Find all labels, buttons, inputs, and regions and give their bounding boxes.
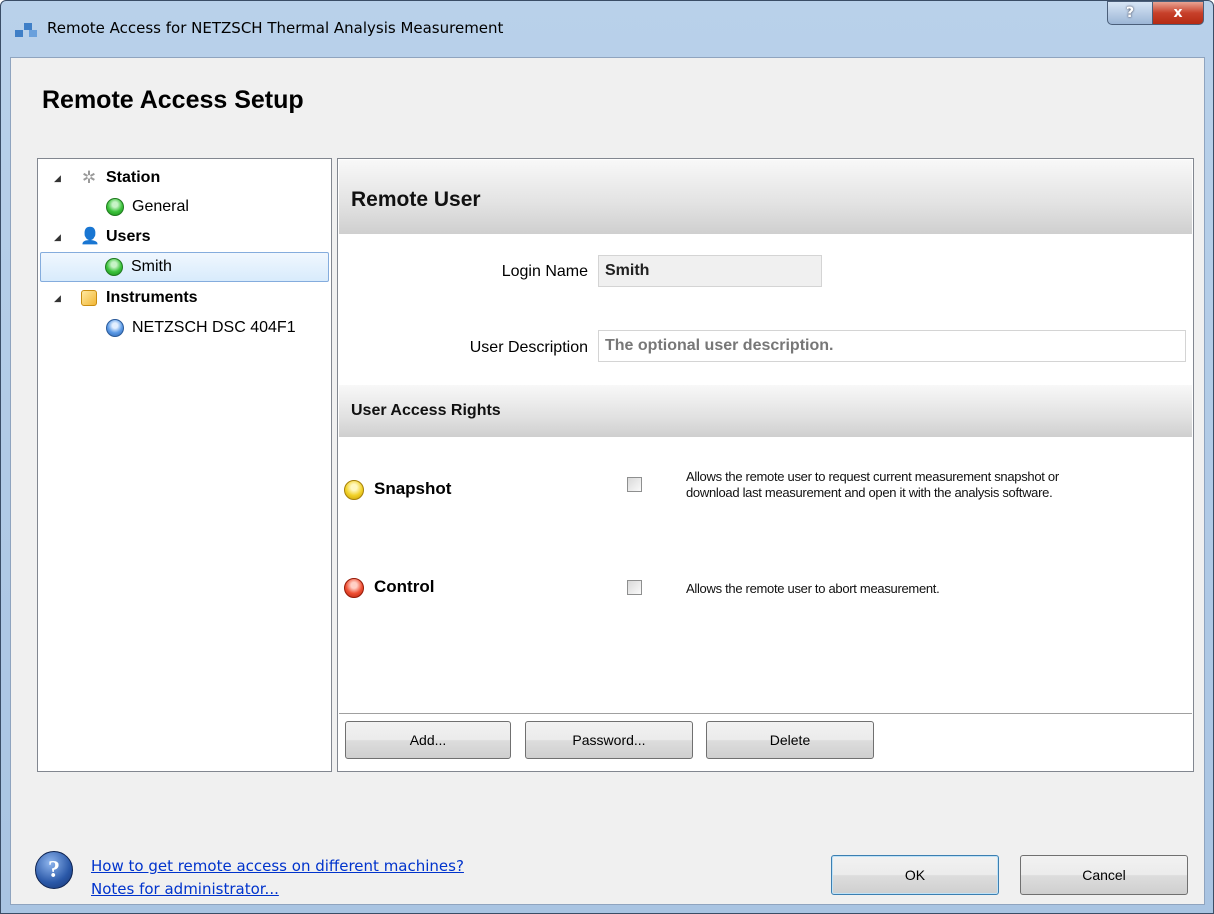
help-icon: ? <box>1125 5 1135 21</box>
control-description: Allows the remote user to abort measurem… <box>686 581 940 596</box>
status-red-icon <box>344 578 364 598</box>
ok-button[interactable]: OK <box>831 855 999 895</box>
snapshot-checkbox[interactable] <box>627 477 642 492</box>
navigation-tree[interactable]: ◢ ✲ Station General ◢ 👤 Users Smith ◢ In… <box>37 158 332 772</box>
tree-node-station[interactable]: ◢ ✲ Station <box>40 164 329 192</box>
remote-user-title: Remote User <box>351 188 481 211</box>
snapshot-description-line2: download last measurement and open it wi… <box>686 485 1053 500</box>
dialog-window: Remote Access for NETZSCH Thermal Analys… <box>0 0 1214 914</box>
remote-user-panel: Remote User Login Name Smith User Descri… <box>337 158 1194 772</box>
dialog-client-area: Remote Access Setup ◢ ✲ Station General … <box>10 57 1205 905</box>
remote-user-header: Remote User <box>339 160 1192 234</box>
title-bar[interactable]: Remote Access for NETZSCH Thermal Analys… <box>1 1 1213 57</box>
tree-node-general[interactable]: General <box>40 193 329 221</box>
app-icon <box>15 23 37 37</box>
right-name-snapshot: Snapshot <box>374 479 452 498</box>
tree-label-instruments: Instruments <box>106 289 198 306</box>
gear-icon: ✲ <box>81 168 97 187</box>
user-description-label: User Description <box>469 339 588 356</box>
status-blue-icon <box>106 319 124 337</box>
tree-label-general: General <box>132 198 189 215</box>
status-green-icon <box>105 258 123 276</box>
page-title: Remote Access Setup <box>42 86 304 114</box>
tree-node-instrument-dsc[interactable]: NETZSCH DSC 404F1 <box>40 314 329 342</box>
tree-label-smith: Smith <box>131 258 172 275</box>
delete-button[interactable]: Delete <box>706 721 874 759</box>
tree-node-instruments[interactable]: ◢ Instruments <box>40 284 329 312</box>
user-icon: 👤 <box>80 228 100 245</box>
tree-node-smith[interactable]: Smith <box>40 252 329 282</box>
tree-label-station: Station <box>106 169 161 186</box>
panel-divider <box>339 713 1192 714</box>
help-button[interactable]: ? <box>1107 1 1153 25</box>
snapshot-description: Allows the remote user to request curren… <box>686 469 1059 501</box>
question-help-icon[interactable]: ? <box>35 851 73 889</box>
add-user-button[interactable]: Add... <box>345 721 511 759</box>
close-button[interactable]: x <box>1152 1 1204 25</box>
password-button[interactable]: Password... <box>525 721 693 759</box>
control-checkbox[interactable] <box>627 580 642 595</box>
user-description-input[interactable]: The optional user description. <box>598 330 1186 362</box>
remote-access-help-link[interactable]: How to get remote access on different ma… <box>91 857 464 875</box>
tree-node-users[interactable]: ◢ 👤 Users <box>40 223 329 251</box>
tree-label-dsc: NETZSCH DSC 404F1 <box>132 319 296 336</box>
right-name-control: Control <box>374 577 435 596</box>
snapshot-description-line1: Allows the remote user to request curren… <box>686 469 1059 484</box>
window-title: Remote Access for NETZSCH Thermal Analys… <box>47 19 504 37</box>
expander-icon[interactable]: ◢ <box>54 293 61 304</box>
administrator-notes-link[interactable]: Notes for administrator... <box>91 880 279 898</box>
tree-label-users: Users <box>106 228 151 245</box>
status-green-icon <box>106 198 124 216</box>
login-name-label: Login Name <box>501 263 588 280</box>
close-icon: x <box>1173 5 1183 21</box>
status-yellow-icon <box>344 480 364 500</box>
login-name-field: Smith <box>598 255 822 287</box>
instrument-box-icon <box>81 290 97 306</box>
access-rights-title: User Access Rights <box>351 402 501 419</box>
cancel-button[interactable]: Cancel <box>1020 855 1188 895</box>
expander-icon[interactable]: ◢ <box>54 173 61 184</box>
expander-icon[interactable]: ◢ <box>54 232 61 243</box>
access-rights-header: User Access Rights <box>339 385 1192 437</box>
